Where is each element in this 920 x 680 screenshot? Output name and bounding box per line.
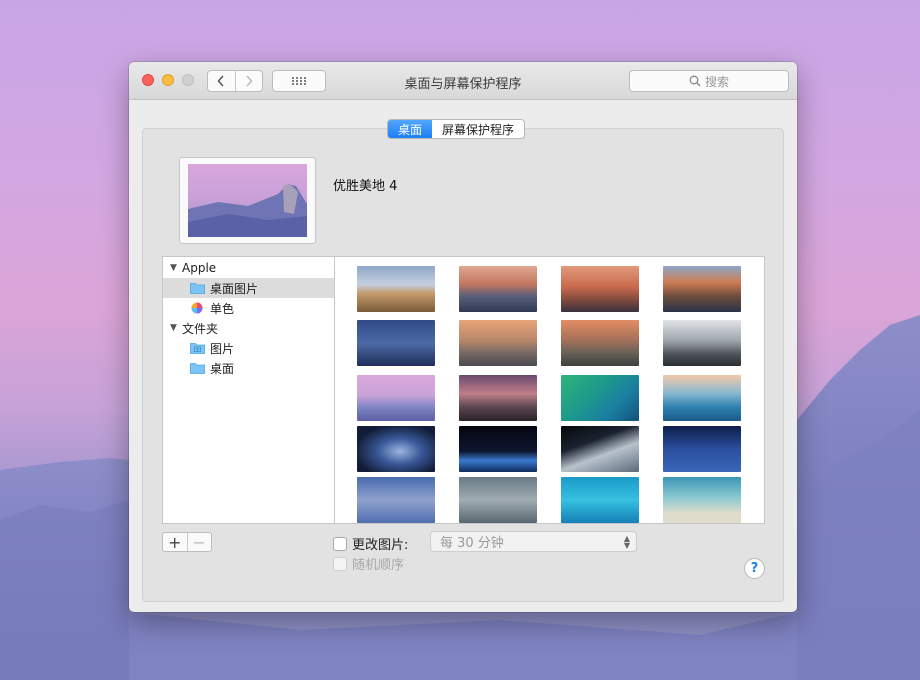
group-label: Apple [182,261,217,275]
change-picture-label: 更改图片: [352,538,409,553]
wallpaper-thumbnail[interactable] [357,266,435,312]
preferences-window: 桌面与屏幕保护程序 搜索 桌面 屏幕保护程序 优胜美地 4 ▼ Apple 桌面… [129,62,797,612]
chevron-left-icon [217,75,224,87]
remove-folder-button[interactable]: − [186,533,212,552]
wallpaper-preview-image [188,164,307,237]
wallpaper-name: 优胜美地 4 [333,179,398,194]
folder-icon [190,363,205,374]
titlebar: 桌面与屏幕保护程序 搜索 [129,62,797,100]
sidebar-item-label: 桌面 [210,361,235,376]
color-wheel-icon [191,302,203,314]
wallpaper-thumbnail[interactable] [561,375,639,421]
wallpaper-thumbnail[interactable] [561,477,639,523]
wallpaper-thumbnail[interactable] [663,375,741,421]
group-apple[interactable]: ▼ Apple [163,258,334,278]
group-label: 文件夹 [182,321,219,336]
current-wallpaper-preview [179,157,316,244]
wallpaper-thumbnail[interactable] [357,320,435,366]
window-title: 桌面与屏幕保护程序 [404,77,522,92]
wallpaper-thumbnail[interactable] [459,266,537,312]
add-remove-control: + − [162,532,212,552]
zoom-button[interactable] [182,74,194,86]
disclosure-triangle-icon[interactable]: ▼ [170,323,182,333]
add-folder-button[interactable]: + [163,533,187,552]
wallpaper-thumbnail[interactable] [357,426,435,472]
disclosure-triangle-icon[interactable]: ▼ [170,263,182,273]
minimize-button[interactable] [162,74,174,86]
sidebar-item-label: 桌面图片 [210,281,259,296]
wallpaper-thumbnail[interactable] [459,477,537,523]
wallpaper-thumbnail[interactable] [663,266,741,312]
wallpaper-thumbnail[interactable] [459,426,537,472]
wallpaper-thumbnail[interactable] [663,426,741,472]
tab-control: 桌面 屏幕保护程序 [387,119,526,139]
tab-screensaver[interactable]: 屏幕保护程序 [432,120,524,138]
search-icon [689,75,701,87]
folder-icon [190,283,205,294]
wallpaper-thumbnail[interactable] [561,320,639,366]
wallpaper-grid [334,256,765,524]
navigation-buttons [207,70,263,92]
popup-arrows-icon: ▲ ▼ [623,534,630,550]
random-order-label: 随机顺序 [352,558,405,573]
back-button[interactable] [208,71,235,91]
wallpaper-thumbnail[interactable] [561,426,639,472]
random-order-checkbox[interactable] [333,556,347,571]
grid-icon [292,77,306,85]
sidebar-item-label: 单色 [210,301,235,316]
group-folders[interactable]: ▼ 文件夹 [163,318,334,338]
wallpaper-thumbnail[interactable] [357,375,435,421]
source-list: ▼ Apple 桌面图片 单色 ▼ 文件夹 图片 桌面 [162,256,334,524]
wallpaper-thumbnail[interactable] [663,477,741,523]
wallpaper-thumbnail[interactable] [459,375,537,421]
sidebar-item-label: 图片 [210,341,235,356]
search-placeholder: 搜索 [704,74,729,89]
forward-button[interactable] [234,71,263,91]
wallpaper-thumbnail[interactable] [561,266,639,312]
change-picture-checkbox[interactable] [333,536,347,551]
chevron-right-icon [246,75,253,87]
sidebar-item-desktop[interactable]: 桌面 [163,358,334,378]
sidebar-item-desktop-pictures[interactable]: 桌面图片 [163,278,334,298]
sidebar-item-solid-colors[interactable]: 单色 [163,298,334,318]
help-button[interactable]: ? [744,558,765,579]
wallpaper-thumbnail[interactable] [663,320,741,366]
wallpaper-thumbnail[interactable] [357,477,435,523]
search-field[interactable]: 搜索 [629,70,789,92]
wallpaper-thumbnail[interactable] [459,320,537,366]
tab-desktop[interactable]: 桌面 [388,120,433,138]
photos-folder-icon [190,343,205,354]
close-button[interactable] [142,74,154,86]
show-all-button[interactable] [272,70,326,92]
interval-value: 每 30 分钟 [440,536,504,551]
random-order-option[interactable]: 随机顺序 [333,554,404,573]
sidebar-item-pictures[interactable]: 图片 [163,338,334,358]
interval-popup[interactable]: 每 30 分钟 ▲ ▼ [430,531,637,552]
change-picture-option[interactable]: 更改图片: [333,534,408,553]
